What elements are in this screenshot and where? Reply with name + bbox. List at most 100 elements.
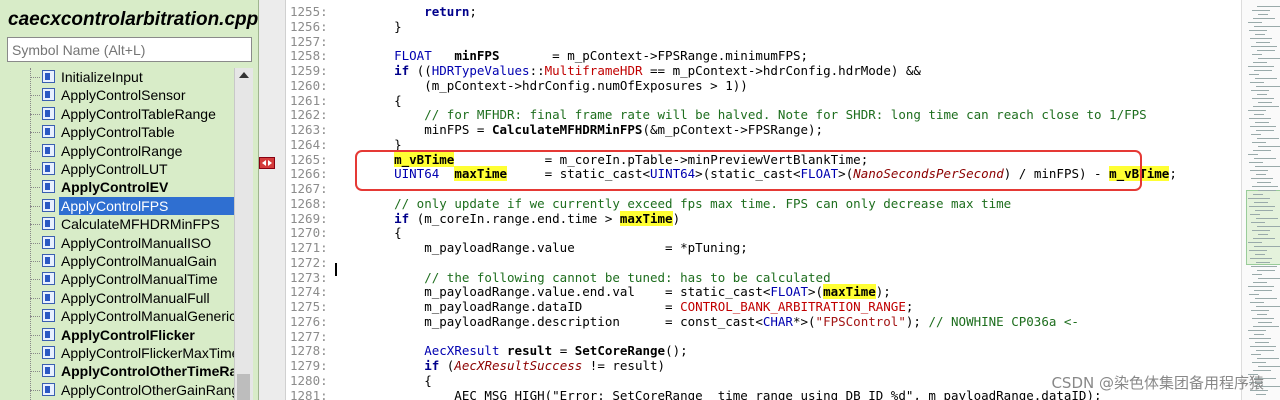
symbol-item[interactable]: CalculateMFHDRMinFPS — [30, 215, 234, 233]
tree-connector — [30, 353, 40, 354]
minimap-line — [1258, 322, 1272, 323]
symbol-item[interactable]: ApplyControlOtherTimeRange — [30, 362, 234, 380]
minimap-line — [1249, 30, 1267, 31]
code-text: return; — [424, 4, 477, 19]
symbol-label: ApplyControlFlicker — [61, 326, 195, 343]
function-icon — [42, 217, 55, 231]
minimap-line — [1248, 286, 1274, 287]
symbol-item[interactable]: ApplyControlOtherGainRange — [30, 381, 234, 399]
scroll-thumb[interactable] — [237, 374, 250, 400]
symbol-label: ApplyControlRange — [61, 142, 183, 159]
symbol-item[interactable]: ApplyControlLUT — [30, 160, 234, 178]
symbol-item[interactable]: ApplyControlManualISO — [30, 234, 234, 252]
line-number: 1269: — [290, 210, 328, 226]
line-number: 1267: — [290, 181, 328, 196]
symbol-scrollbar[interactable] — [234, 68, 253, 400]
code-text: if ((HDRTypeValues::MultiframeHDR == m_p… — [394, 63, 921, 78]
tree-connector — [30, 187, 40, 189]
symbol-panel: caecxcontrolarbitration.cpp InitializeIn… — [0, 0, 259, 400]
minimap-line — [1249, 338, 1271, 339]
code-text: { — [364, 372, 432, 388]
minimap-line — [1253, 282, 1267, 283]
minimap-line — [1250, 214, 1260, 215]
symbol-item[interactable]: InitializeInput — [30, 68, 234, 86]
minimap-line — [1255, 166, 1280, 167]
minimap-line — [1256, 130, 1274, 131]
symbol-label: ApplyControlManualGain — [61, 253, 217, 269]
tree-connector — [30, 205, 40, 207]
tree-connector — [30, 279, 40, 281]
symbol-item[interactable]: ApplyControlEV — [30, 178, 234, 196]
line-number: 1266: — [290, 166, 328, 182]
minimap-line — [1256, 174, 1266, 175]
minimap-line — [1255, 122, 1269, 123]
code-editor[interactable]: 1255: return; 1256: } 1257: 1258: FLOAT min… — [286, 0, 1241, 400]
line-number: 1265: — [290, 151, 328, 167]
line-number: 1275: — [290, 299, 328, 314]
tree-connector — [30, 224, 40, 226]
symbol-item[interactable]: ApplyControlManualGeneric — [30, 307, 234, 325]
symbol-item[interactable]: ApplyControlManualTime — [30, 270, 234, 288]
minimap-line — [1251, 46, 1277, 47]
symbol-item[interactable]: ApplyControlTableRange — [30, 105, 234, 123]
line-number: 1277: — [290, 328, 328, 344]
symbol-item[interactable]: ApplyControlSensor — [30, 86, 234, 104]
minimap-line — [1250, 258, 1272, 259]
code-text: // only update if we currently exceed fp… — [394, 195, 1012, 211]
function-icon — [42, 198, 55, 212]
minimap-line — [1248, 110, 1266, 111]
code-text: // the following cannot be tuned: has to… — [424, 269, 831, 285]
symbol-label: ApplyControlManualFull — [61, 289, 210, 306]
line-number: 1268: — [290, 195, 328, 211]
symbol-search-input[interactable] — [7, 37, 252, 62]
function-icon — [42, 272, 55, 286]
minimap-line — [1258, 234, 1268, 235]
minimap-line — [1253, 150, 1271, 151]
line-number: 1260: — [290, 77, 328, 93]
function-icon — [42, 382, 55, 396]
minimap-line — [1253, 18, 1275, 19]
code-text: if (AecXResultSuccess != result) — [424, 358, 666, 373]
minimap-line — [1252, 10, 1270, 11]
minimap-line — [1252, 186, 1278, 187]
minimap-line — [1254, 70, 1272, 71]
minimap-line — [1257, 94, 1267, 95]
symbol-item[interactable]: ApplyControlFPS — [30, 196, 234, 215]
function-icon — [42, 70, 55, 83]
scroll-up-arrow-icon[interactable] — [239, 72, 249, 78]
tree-connector — [30, 169, 40, 170]
code-text: AEC_MSG_HIGH("Error: SetCoreRange time r… — [364, 387, 1102, 400]
minimap-line — [1254, 158, 1276, 159]
line-number: 1273: — [290, 269, 328, 285]
symbol-item[interactable]: ApplyControlTable — [30, 123, 234, 141]
symbol-label: ApplyControlTableRange — [61, 105, 216, 122]
symbol-label: ApplyControlOtherGainRange — [61, 381, 234, 398]
symbol-item[interactable]: ApplyControlManualFull — [30, 289, 234, 307]
minimap-line — [1256, 86, 1280, 87]
minimap-line — [1257, 314, 1267, 315]
function-icon — [42, 235, 55, 249]
minimap-line — [1251, 222, 1265, 223]
symbol-item[interactable]: ApplyControlRange — [30, 142, 234, 160]
symbol-item[interactable]: ApplyControlManualGain — [30, 252, 234, 270]
diff-marker-icon[interactable] — [259, 157, 275, 169]
minimap-line — [1249, 250, 1267, 251]
minimap-line — [1252, 54, 1262, 55]
minimap[interactable] — [1241, 0, 1280, 400]
symbol-item[interactable]: ApplyControlFlickerMaxTime — [30, 344, 234, 362]
line-number: 1270: — [290, 225, 328, 241]
minimap-line — [1252, 362, 1266, 363]
minimap-line — [1251, 134, 1261, 135]
file-title: caecxcontrolarbitration.cpp — [8, 9, 259, 30]
tree-connector — [30, 113, 40, 115]
line-number: 1279: — [290, 358, 328, 373]
minimap-line — [1250, 82, 1264, 83]
minimap-line — [1249, 118, 1271, 119]
minimap-line — [1252, 230, 1270, 231]
minimap-line — [1251, 90, 1269, 91]
symbol-item[interactable]: ApplyControlFlicker — [30, 326, 234, 344]
minimap-line — [1255, 78, 1277, 79]
function-icon — [42, 180, 55, 194]
minimap-line — [1255, 342, 1269, 343]
line-number: 1278: — [290, 343, 328, 359]
